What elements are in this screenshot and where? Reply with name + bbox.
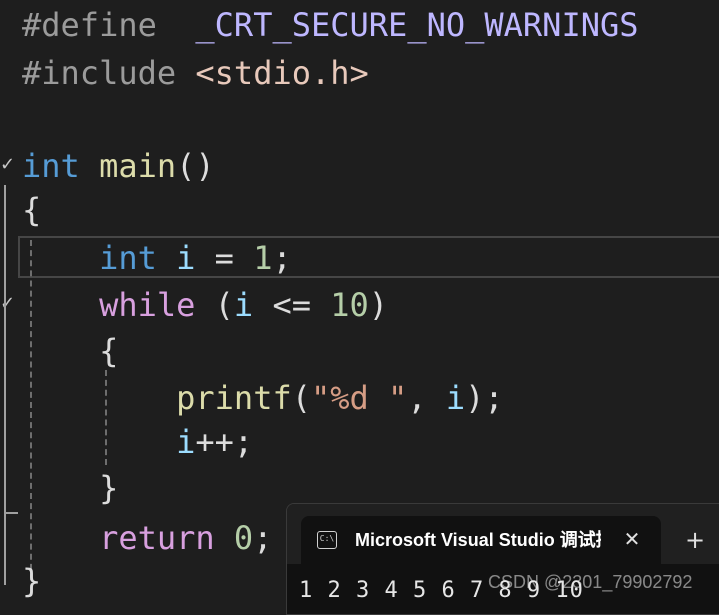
terminal-tab[interactable]: C:\ Microsoft Visual Studio 调试控制台 ✕ — [301, 516, 661, 564]
console-icon: C:\ — [317, 531, 337, 549]
watermark: CSDN @2301_79902792 — [488, 572, 693, 592]
punctuation: ( — [214, 286, 234, 324]
code-line: printf("%d ", i); — [22, 375, 504, 421]
preprocessor-directive: #define — [22, 6, 157, 44]
code-line: { — [22, 187, 41, 233]
operator: <= — [272, 286, 311, 324]
preprocessor-directive: #include — [22, 54, 177, 92]
debug-console-window[interactable]: C:\ Microsoft Visual Studio 调试控制台 ✕ + 1 … — [286, 503, 719, 615]
terminal-tab-title: Microsoft Visual Studio 调试控制台 — [355, 530, 601, 550]
punctuation: ; — [272, 239, 292, 277]
terminal-tab-bar: C:\ Microsoft Visual Studio 调试控制台 ✕ + — [287, 504, 719, 564]
operator: = — [214, 239, 234, 277]
close-icon[interactable]: ✕ — [619, 526, 645, 552]
punctuation: ) — [368, 286, 389, 324]
number-literal: 1 — [253, 239, 273, 277]
function-name: printf — [176, 379, 292, 417]
number-literal: 0 — [233, 519, 254, 557]
chevron-down-icon[interactable]: ✓ — [0, 155, 18, 175]
code-line: while (i <= 10) — [22, 282, 388, 328]
type-keyword: int — [99, 239, 157, 277]
macro-name: _CRT_SECURE_NO_WARNINGS — [195, 6, 639, 44]
brace: { — [99, 332, 119, 370]
number-literal: 10 — [330, 286, 369, 324]
code-line: int main() — [22, 143, 215, 189]
code-line: #include <stdio.h> — [22, 50, 369, 96]
new-tab-button[interactable]: + — [681, 526, 709, 554]
code-line: } — [22, 465, 118, 511]
punctuation: ; — [253, 519, 273, 557]
operator: ++; — [195, 423, 254, 461]
fold-region-line-inner — [4, 325, 6, 515]
code-line: i++; — [22, 419, 253, 465]
function-name: main — [99, 147, 177, 185]
control-keyword: return — [99, 519, 215, 557]
code-line: return 0; — [22, 515, 272, 561]
punctuation: , — [407, 379, 427, 417]
code-line: int i = 1; — [22, 235, 292, 281]
punctuation: ( — [291, 379, 311, 417]
control-keyword: while — [99, 286, 196, 324]
string-literal: "%d " — [310, 379, 408, 417]
include-header: <stdio.h> — [195, 54, 369, 92]
variable: i — [445, 379, 466, 417]
code-line: } — [22, 558, 41, 604]
fold-region-end — [4, 512, 18, 514]
punctuation: () — [176, 147, 215, 185]
code-line: #define _CRT_SECURE_NO_WARNINGS — [22, 2, 639, 48]
code-line: { — [22, 328, 118, 374]
variable: i — [233, 286, 254, 324]
variable: i — [176, 423, 196, 461]
brace: } — [22, 562, 42, 600]
punctuation: ); — [465, 379, 504, 417]
chevron-down-icon[interactable]: ✓ — [0, 294, 18, 314]
brace: } — [99, 469, 119, 507]
variable: i — [176, 239, 196, 277]
type-keyword: int — [22, 147, 80, 185]
brace: { — [22, 191, 42, 229]
